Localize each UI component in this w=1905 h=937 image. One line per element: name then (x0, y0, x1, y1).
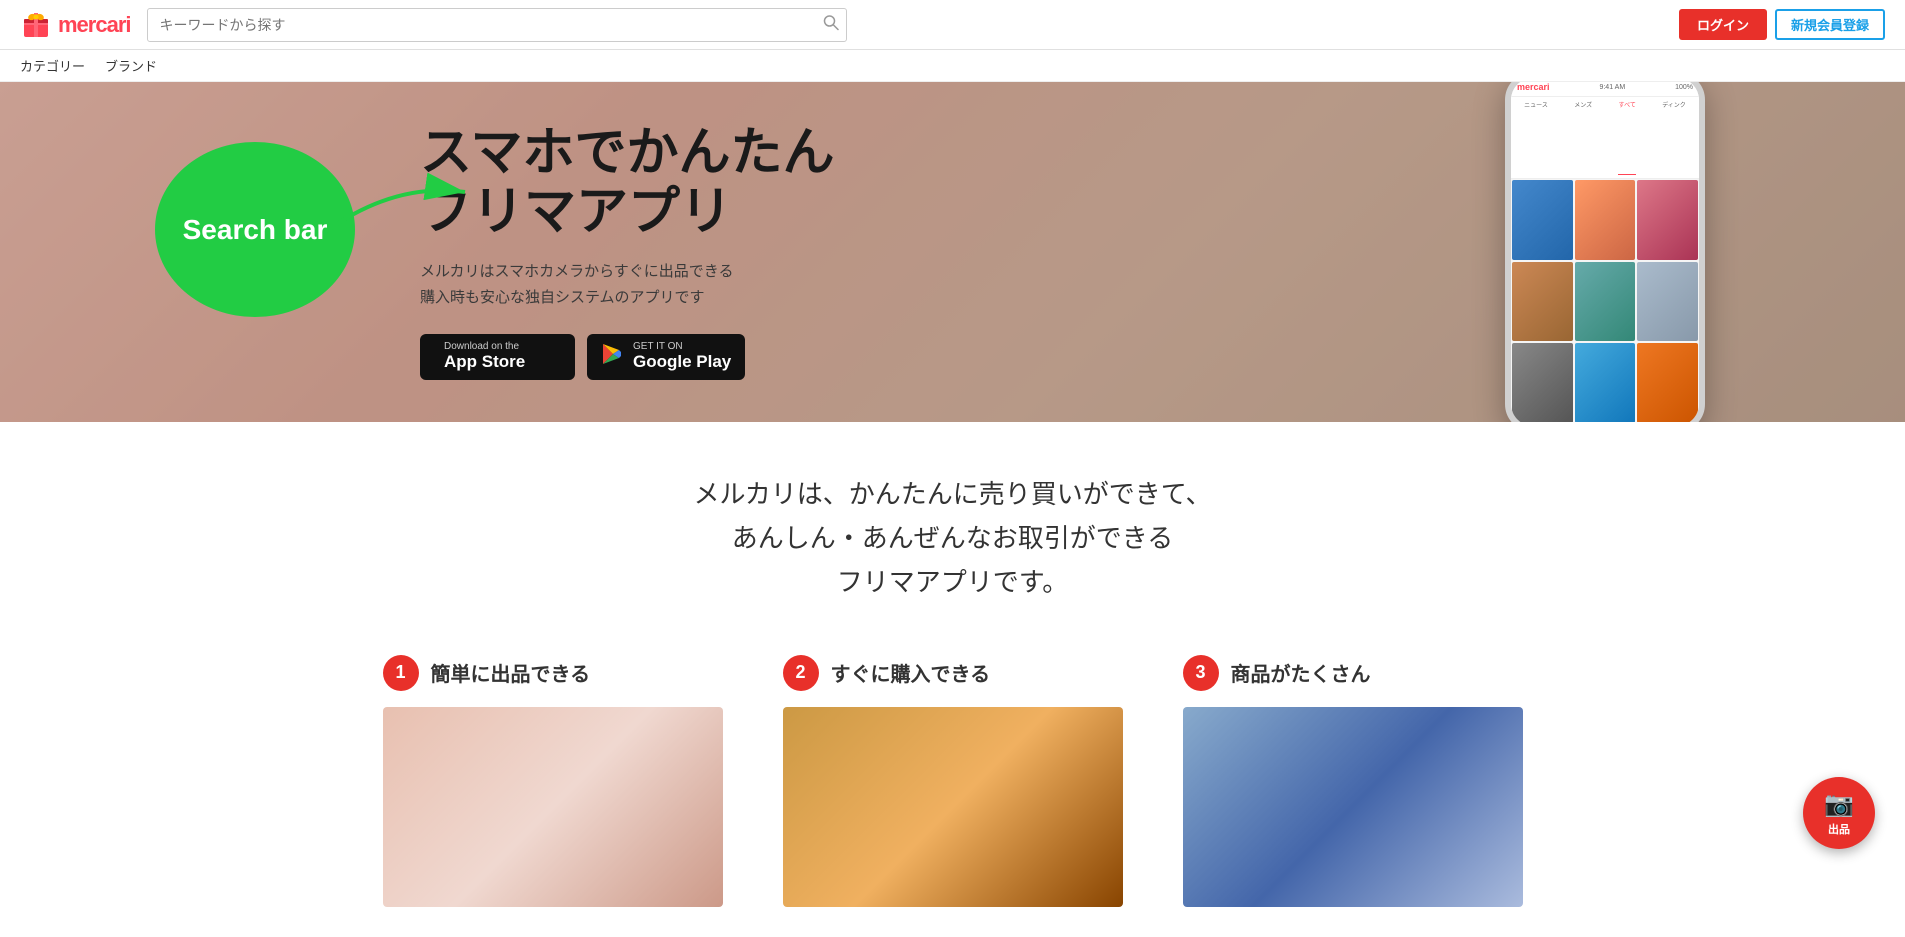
phone-battery: 100% (1675, 84, 1693, 91)
tagline-line2: あんしん・あんぜんなお取引ができる (20, 516, 1885, 560)
hero-subtitle-line2: 購入時も安心な独自システムのアプリです (420, 285, 834, 311)
fab-button[interactable]: 📷 出品 (1803, 777, 1875, 849)
phone-grid-item-9 (1637, 343, 1698, 422)
phone-grid-item-5 (1575, 262, 1636, 342)
phone-screen: mercari 9:41 AM 100% ニュース メンズ すべて ディンク (1511, 82, 1699, 422)
feature-image-1 (383, 707, 723, 907)
feature-number-2: 2 (783, 655, 819, 691)
google-play-large-text: Google Play (633, 352, 731, 372)
app-store-text: Download on the App Store (444, 342, 525, 372)
main-content: メルカリは、かんたんに売り買いができて、 あんしん・あんぜんなお取引ができる フ… (0, 422, 1905, 937)
phone-grid-item-6 (1637, 262, 1698, 342)
feature-number-3: 3 (1183, 655, 1219, 691)
feature-image-3 (1183, 707, 1523, 907)
google-play-icon (601, 343, 623, 371)
mercari-logo-icon (20, 9, 52, 41)
nav-item-brand[interactable]: ブランド (105, 56, 157, 75)
phone-tab-3: すべて (1618, 100, 1635, 175)
phone-status: 9:41 AM (1599, 84, 1625, 91)
feature-image-2 (783, 707, 1123, 907)
tagline-line1: メルカリは、かんたんに売り買いができて、 (20, 472, 1885, 516)
search-button[interactable] (823, 14, 839, 35)
main-tagline: メルカリは、かんたんに売り買いができて、 あんしん・あんぜんなお取引ができる フ… (20, 472, 1885, 605)
app-store-small-text: Download on the (444, 342, 525, 352)
nav-item-category[interactable]: カテゴリー (20, 56, 85, 75)
hero-title: スマホでかんたん フリマアプリ (420, 124, 834, 244)
phone-grid-item-7 (1512, 343, 1573, 422)
feature-item-1: 1 簡単に出品できる (383, 655, 723, 907)
logo-text: mercari (58, 12, 131, 38)
feature-item-2: 2 すぐに購入できる (783, 655, 1123, 907)
hero-subtitle: メルカリはスマホカメラからすぐに出品できる 購入時も安心な独自システムのアプリで… (420, 259, 834, 310)
header: mercari ログイン 新規会員登録 (0, 0, 1905, 50)
app-store-buttons: Download on the App Store GET IT ON Goog… (420, 334, 834, 380)
fab-camera-icon: 📷 (1824, 790, 1854, 819)
tagline-line3: フリマアプリです。 (20, 560, 1885, 604)
feature-header-1: 1 簡単に出品できる (383, 655, 723, 691)
phone-top-bar: mercari 9:41 AM 100% (1511, 82, 1699, 97)
hero-section: Search bar スマホでかんたん フリマアプリ メルカリはスマホカメラから… (0, 82, 1905, 422)
hero-title-line1: スマホでかんたん (420, 124, 834, 184)
google-play-button[interactable]: GET IT ON Google Play (587, 334, 745, 380)
app-store-button[interactable]: Download on the App Store (420, 334, 575, 380)
hero-content: スマホでかんたん フリマアプリ メルカリはスマホカメラからすぐに出品できる 購入… (420, 124, 834, 381)
feature-header-3: 3 商品がたくさん (1183, 655, 1523, 691)
register-button[interactable]: 新規会員登録 (1775, 9, 1885, 40)
phone-mockup: mercari 9:41 AM 100% ニュース メンズ すべて ディンク (1505, 82, 1705, 422)
google-play-text: GET IT ON Google Play (633, 342, 731, 372)
phone-logo: mercari (1517, 82, 1550, 92)
phone-grid-item-3 (1637, 180, 1698, 260)
hero-title-line2: フリマアプリ (420, 183, 834, 243)
phone-grid-item-2 (1575, 180, 1636, 260)
phone-tab-2: メンズ (1574, 100, 1592, 175)
search-input[interactable] (147, 8, 847, 42)
feature-item-3: 3 商品がたくさん (1183, 655, 1523, 907)
phone-tab-1: ニュース (1524, 100, 1548, 175)
phone-grid-item-8 (1575, 343, 1636, 422)
phone-tab-bar: ニュース メンズ すべて ディンク (1511, 97, 1699, 179)
search-bar-container (147, 8, 847, 42)
app-store-large-text: App Store (444, 352, 525, 372)
feature-title-1: 簡単に出品できる (431, 658, 591, 687)
search-icon (823, 14, 839, 30)
phone-grid-item-4 (1512, 262, 1573, 342)
feature-title-3: 商品がたくさん (1231, 658, 1371, 687)
logo-area: mercari (20, 9, 131, 41)
phone-grid-item-1 (1512, 180, 1573, 260)
fab-label: 出品 (1828, 821, 1850, 837)
nav-bar: カテゴリー ブランド (0, 50, 1905, 82)
login-button[interactable]: ログイン (1679, 9, 1767, 40)
feature-number-1: 1 (383, 655, 419, 691)
header-buttons: ログイン 新規会員登録 (1679, 9, 1885, 40)
feature-title-2: すぐに購入できる (831, 658, 991, 687)
phone-tab-4: ディンク (1662, 100, 1686, 175)
google-play-small-text: GET IT ON (633, 342, 731, 352)
hero-subtitle-line1: メルカリはスマホカメラからすぐに出品できる (420, 259, 834, 285)
phone-frame: mercari 9:41 AM 100% ニュース メンズ すべて ディンク (1505, 82, 1705, 422)
feature-header-2: 2 すぐに購入できる (783, 655, 1123, 691)
features-section: 1 簡単に出品できる 2 すぐに購入できる 3 商品がたくさん (20, 655, 1885, 907)
